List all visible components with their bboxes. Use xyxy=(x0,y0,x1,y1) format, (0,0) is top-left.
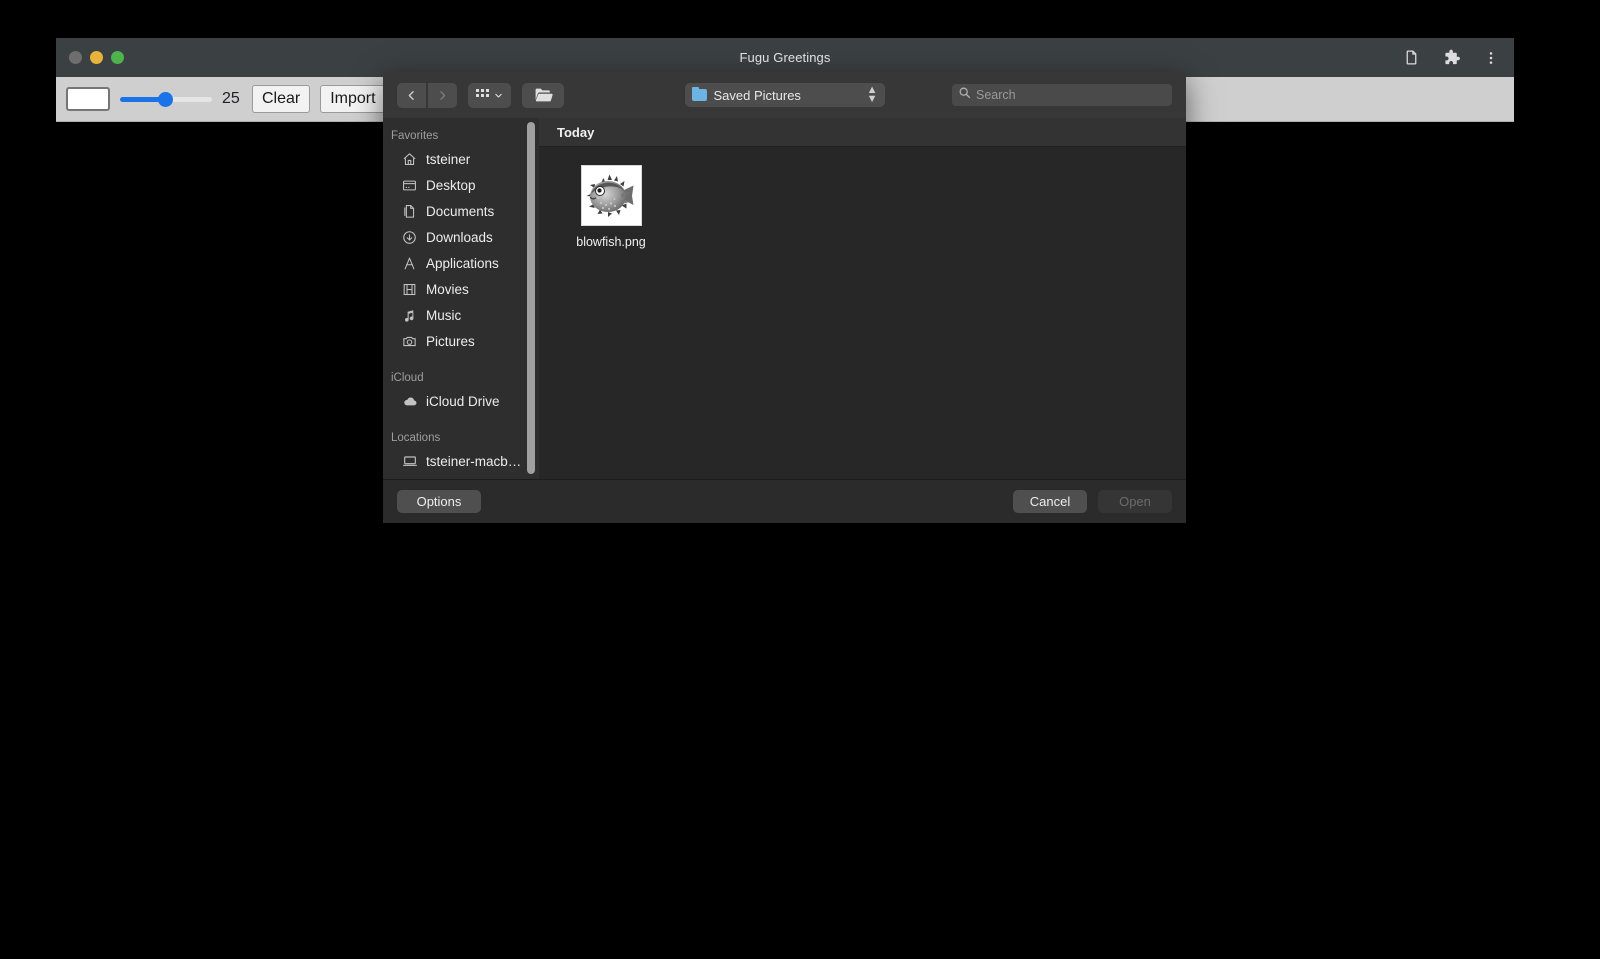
sidebar-item-macintosh-hd[interactable]: Macintosh HD xyxy=(383,474,539,479)
sidebar-item-movies[interactable]: Movies xyxy=(383,276,539,302)
dialog-footer: Options Cancel Open xyxy=(383,479,1186,523)
footer-action-group: Cancel Open xyxy=(1013,490,1172,513)
sidebar-divider xyxy=(383,414,539,426)
slider-fill xyxy=(120,96,164,102)
dialog-sidebar: Favorites tsteiner Desktop Documents Dow… xyxy=(383,118,539,479)
options-button[interactable]: Options xyxy=(397,490,481,513)
sidebar-item-label: tsteiner xyxy=(426,151,471,167)
sidebar-scrollbar[interactable] xyxy=(527,122,535,474)
color-picker-swatch[interactable] xyxy=(66,87,110,111)
sidebar-item-icloud-drive[interactable]: iCloud Drive xyxy=(383,388,539,414)
stepper-updown-icon: ▲ ▼ xyxy=(866,84,878,105)
sidebar-item-label: Music xyxy=(426,307,462,323)
search-input[interactable] xyxy=(976,88,1166,102)
sidebar-item-label: Documents xyxy=(426,203,495,219)
sidebar-item-tsteiner[interactable]: tsteiner xyxy=(383,146,539,172)
screen: Fugu Greetings 25 Clear Import Saved Pic… xyxy=(0,0,1600,959)
movies-icon xyxy=(401,281,418,298)
sidebar-item-label: iCloud Drive xyxy=(426,393,500,409)
import-button[interactable]: Import xyxy=(320,85,386,113)
line-width-slider[interactable] xyxy=(120,89,212,109)
sidebar-item-music[interactable]: Music xyxy=(383,302,539,328)
sidebar-item-tsteiner-macbook[interactable]: tsteiner-macb… xyxy=(383,448,539,474)
sidebar-item-label: Applications xyxy=(426,255,499,271)
sidebar-item-documents[interactable]: Documents xyxy=(383,198,539,224)
kebab-menu-icon[interactable] xyxy=(1480,47,1502,69)
folder-icon xyxy=(691,87,707,101)
files-grid: blowfish.png xyxy=(539,147,1186,479)
clear-button[interactable]: Clear xyxy=(252,85,311,113)
sidebar-section-favorites-title: Favorites xyxy=(391,130,439,142)
cancel-button[interactable]: Cancel xyxy=(1013,490,1087,513)
page-icon[interactable] xyxy=(1400,47,1422,69)
sidebar-item-label: Desktop xyxy=(426,177,476,193)
sidebar-section-icloud-title: iCloud xyxy=(391,372,424,384)
file-open-dialog: Saved Pictures ▲▼ Favorites tsteiner xyxy=(383,72,1186,523)
home-icon xyxy=(401,151,418,168)
pictures-camera-icon xyxy=(401,333,418,350)
downloads-icon xyxy=(401,229,418,246)
titlebar-icon-group xyxy=(1400,38,1502,77)
new-folder-icon[interactable] xyxy=(522,82,564,108)
sidebar-item-pictures[interactable]: Pictures xyxy=(383,328,539,354)
maximize-window-button[interactable] xyxy=(111,51,124,64)
chevron-down-icon xyxy=(495,93,502,98)
sidebar-divider xyxy=(383,354,539,366)
dialog-toolbar: Saved Pictures ▲ ▼ xyxy=(383,72,1186,118)
harddisk-icon xyxy=(401,479,418,480)
music-icon xyxy=(401,307,418,324)
cloud-icon xyxy=(401,393,418,410)
chevron-left-icon[interactable] xyxy=(397,82,426,108)
desktop-icon xyxy=(401,177,418,194)
documents-icon xyxy=(401,203,418,220)
laptop-icon xyxy=(401,453,418,470)
file-item-blowfish[interactable]: blowfish.png xyxy=(563,165,659,249)
sidebar-item-label: Downloads xyxy=(426,229,493,245)
minimize-window-button[interactable] xyxy=(90,51,103,64)
line-width-value: 25 xyxy=(222,90,240,107)
sidebar-item-label: Movies xyxy=(426,281,469,297)
path-label: Saved Pictures xyxy=(713,87,801,103)
files-pane: Today blowfish.png xyxy=(539,118,1186,479)
sidebar-item-label: Pictures xyxy=(426,333,475,349)
blowfish-image xyxy=(586,174,634,217)
sidebar-item-label: tsteiner-macb… xyxy=(426,453,522,469)
dialog-body: Favorites tsteiner Desktop Documents Dow… xyxy=(383,118,1186,479)
window-title: Fugu Greetings xyxy=(739,50,831,65)
traffic-lights xyxy=(69,38,124,77)
chevron-right-icon[interactable] xyxy=(428,82,457,108)
grid-view-icon[interactable] xyxy=(468,82,511,108)
search-box[interactable] xyxy=(952,84,1172,106)
open-button[interactable]: Open xyxy=(1098,490,1172,513)
extensions-puzzle-icon[interactable] xyxy=(1440,47,1462,69)
sidebar-item-downloads[interactable]: Downloads xyxy=(383,224,539,250)
slider-knob[interactable] xyxy=(157,91,173,107)
close-window-button[interactable] xyxy=(69,51,82,64)
sidebar-item-desktop[interactable]: Desktop xyxy=(383,172,539,198)
search-icon xyxy=(958,86,971,104)
navigation-buttons xyxy=(397,82,457,108)
applications-icon xyxy=(401,255,418,272)
sidebar-item-applications[interactable]: Applications xyxy=(383,250,539,276)
file-name-label: blowfish.png xyxy=(576,235,646,249)
path-select-dropdown[interactable]: Saved Pictures ▲ ▼ xyxy=(684,83,885,107)
files-group-header: Today xyxy=(539,118,1186,147)
sidebar-section-locations-title: Locations xyxy=(391,432,441,444)
file-thumbnail xyxy=(580,165,642,226)
